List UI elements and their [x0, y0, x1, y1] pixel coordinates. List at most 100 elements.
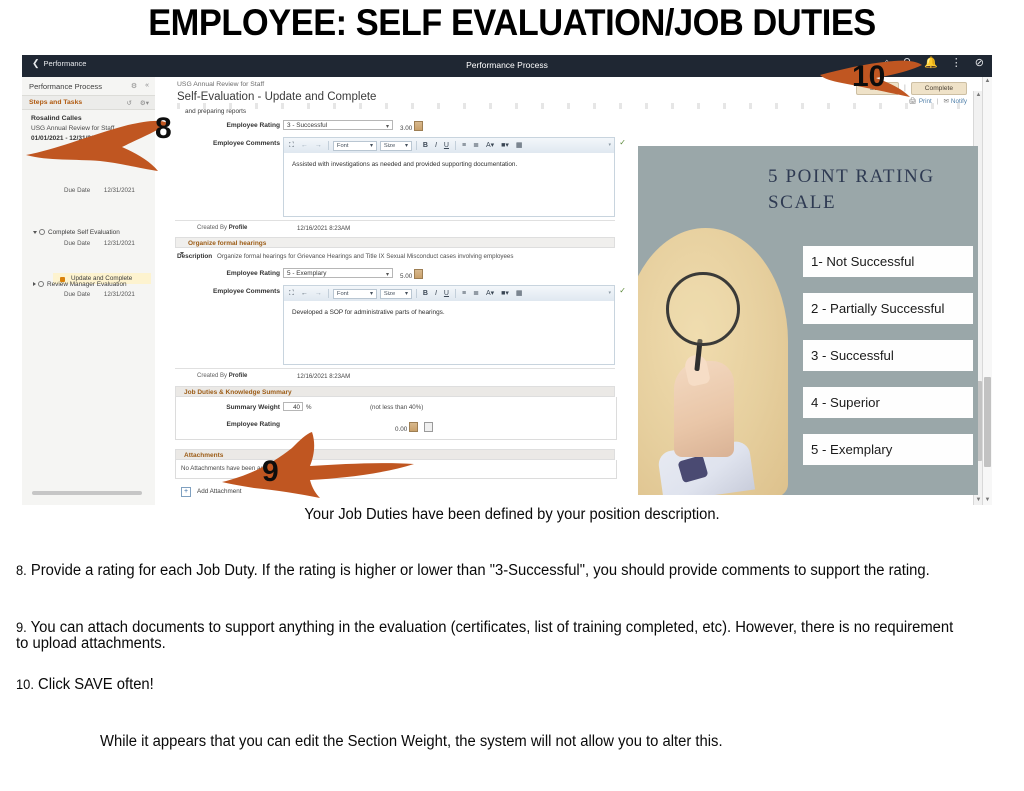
undo-icon[interactable]: ← — [299, 290, 310, 297]
employee-comments-text-1: Assisted with investigations as needed a… — [292, 161, 518, 168]
maximize-icon[interactable]: ⛶ — [287, 290, 296, 297]
bullet-10-text: Click SAVE often! — [38, 676, 154, 693]
italic-button[interactable]: I — [433, 142, 439, 149]
gear-icon[interactable]: ⚙ — [131, 82, 137, 90]
due-label: Due Date — [64, 187, 91, 194]
horizontal-scrollbar[interactable] — [32, 491, 142, 495]
toolbar-overflow-icon[interactable]: ▾ — [608, 142, 611, 148]
underline-button[interactable]: U — [442, 142, 451, 149]
redo-icon[interactable]: → — [313, 290, 324, 297]
toolbar-separator — [454, 289, 456, 298]
employee-comments-text-2: Developed a SOP for administrative parts… — [292, 309, 445, 316]
employee-name: Rosalind Calles — [31, 115, 82, 122]
editor-body-2[interactable]: Developed a SOP for administrative parts… — [284, 301, 614, 364]
breadcrumb: USG Annual Review for Staff — [177, 81, 265, 88]
calculator-icon[interactable] — [414, 269, 424, 279]
refresh-icon[interactable]: ↺ — [126, 99, 131, 107]
search-icon[interactable]: ⚲ — [903, 58, 911, 69]
toolbar-separator — [415, 141, 417, 150]
toolbar-separator — [415, 289, 417, 298]
summary-weight-input[interactable]: 40 — [283, 402, 303, 411]
caption-text: Your Job Duties have been defined by you… — [304, 506, 720, 523]
chevron-right-icon[interactable] — [33, 282, 36, 286]
toolbar-overflow-icon[interactable]: ▾ — [608, 290, 611, 296]
collapse-icon[interactable]: « — [145, 82, 149, 90]
section-divider — [175, 220, 615, 221]
background-color-icon[interactable]: ■▾ — [499, 290, 511, 297]
sidebar: Performance Process ⚙ « Steps and Tasks … — [22, 77, 156, 505]
group-header-label: Organize formal hearings — [188, 240, 267, 247]
tree-node-review-manager-evaluation[interactable]: Review Manager Evaluation — [33, 281, 127, 288]
text-color-icon[interactable]: A▾ — [484, 290, 496, 297]
rating-scale-title: 5 POINT RATING SCALE — [768, 166, 935, 213]
undo-icon[interactable]: ← — [299, 142, 310, 149]
editor-body-1[interactable]: Assisted with investigations as needed a… — [284, 153, 614, 216]
italic-button[interactable]: I — [433, 290, 439, 297]
attachments-header: Attachments — [175, 449, 615, 460]
font-dropdown[interactable]: Font ▾ — [332, 140, 377, 151]
add-attachment-link[interactable]: Add Attachment — [197, 488, 241, 495]
text-color-icon[interactable]: A▾ — [484, 142, 496, 149]
summary-rating-label: Employee Rating — [226, 421, 281, 428]
employee-rating-value-1: 3 - Successful — [287, 122, 328, 129]
employee-rating-label-1: Employee Rating — [226, 122, 281, 129]
numbered-list-icon[interactable]: ≡ — [460, 290, 468, 297]
delete-icon[interactable] — [424, 422, 434, 432]
due-date: 12/31/2021 — [103, 240, 135, 247]
created-date-1: 12/16/2021 8:23AM — [297, 225, 351, 232]
redo-icon[interactable]: → — [313, 142, 324, 149]
chevron-down-icon[interactable] — [33, 231, 37, 234]
rating-scale-item-2: 2 - Partially Successful — [803, 293, 973, 324]
block-icon[interactable]: ⊘ — [975, 58, 984, 69]
summary-header: Job Duties & Knowledge Summary — [175, 386, 615, 397]
steps-and-tasks-label: Steps and Tasks — [29, 99, 83, 106]
chevron-down-icon: ▾ — [369, 142, 373, 149]
bullet-list-icon[interactable]: ≣ — [471, 142, 481, 149]
bullet-9: 9. You can attach documents to support a… — [16, 620, 961, 652]
table-icon[interactable]: ▦ — [514, 142, 525, 149]
background-color-icon[interactable]: ■▾ — [499, 142, 511, 149]
bold-button[interactable]: B — [421, 142, 430, 149]
table-icon[interactable]: ▦ — [514, 290, 525, 297]
spellcheck-icon[interactable]: ✓ — [619, 138, 626, 147]
status-circle-icon — [39, 229, 45, 236]
calculator-icon[interactable] — [409, 422, 419, 432]
employee-rating-select-2[interactable]: 5 - Exemplary ▾ — [283, 268, 393, 278]
employee-comments-label-2: Employee Comments — [212, 288, 280, 295]
font-dropdown[interactable]: Font ▾ — [332, 288, 377, 299]
employee-comments-editor-2[interactable]: ⛶ ← → Font ▾ Size ▾ B I U ≡ ≣ A▾ ■▾ ▦ ▾ De… — [283, 285, 626, 365]
complete-button[interactable]: Complete — [910, 82, 967, 95]
scrollbar-thumb[interactable] — [984, 377, 991, 467]
numbered-list-icon[interactable]: ≡ — [460, 142, 468, 149]
underline-button[interactable]: U — [442, 290, 451, 297]
group-header-organize-formal-hearings[interactable]: Organize formal hearings — [175, 237, 615, 255]
toolbar-separator — [327, 289, 329, 298]
bullet-8: 8. Provide a rating for each Job Duty. I… — [16, 563, 961, 579]
size-dropdown[interactable]: Size ▾ — [379, 288, 412, 299]
tree-node-complete-self-evaluation[interactable]: Complete Self Evaluation — [33, 229, 120, 236]
calculator-icon[interactable] — [414, 121, 424, 131]
scroll-down-icon[interactable]: ▼ — [983, 496, 992, 505]
chevron-down-icon: ▾ — [385, 272, 389, 278]
bullet-list-icon[interactable]: ≣ — [471, 290, 481, 297]
bell-icon[interactable]: 🔔 — [924, 58, 938, 69]
rating-scale-image: 5 POINT RATING SCALE 1- Not Successful 2… — [638, 146, 978, 495]
summary-title: Job Duties & Knowledge Summary — [184, 389, 292, 396]
gear-dropdown-icon[interactable]: ⚙▾ — [140, 99, 149, 107]
page-scrollbar[interactable]: ▲ ▼ — [982, 77, 992, 505]
maximize-icon[interactable]: ⛶ — [287, 142, 296, 149]
chevron-down-icon: ▾ — [404, 142, 408, 149]
tree-node-0-due: Due Date 12/31/2021 — [64, 187, 135, 194]
status-circle-icon — [38, 281, 44, 288]
rating-scale-item-5: 5 - Exemplary — [803, 434, 973, 465]
employee-comments-editor-1[interactable]: ⛶ ← → Font ▾ Size ▾ B I U ≡ ≣ A▾ ■▾ ▦ ▾ As… — [283, 137, 626, 217]
kebab-menu-icon[interactable]: ⋮ — [951, 58, 962, 69]
spellcheck-icon[interactable]: ✓ — [619, 286, 626, 295]
bold-button[interactable]: B — [421, 290, 430, 297]
attachments-title: Attachments — [184, 452, 224, 459]
add-attachment-icon[interactable]: + — [181, 487, 191, 497]
scroll-up-icon[interactable]: ▲ — [983, 77, 992, 86]
created-date-2: 12/16/2021 8:23AM — [297, 373, 351, 380]
employee-rating-select-1[interactable]: 3 - Successful ▾ — [283, 120, 393, 130]
size-dropdown[interactable]: Size ▾ — [379, 140, 412, 151]
